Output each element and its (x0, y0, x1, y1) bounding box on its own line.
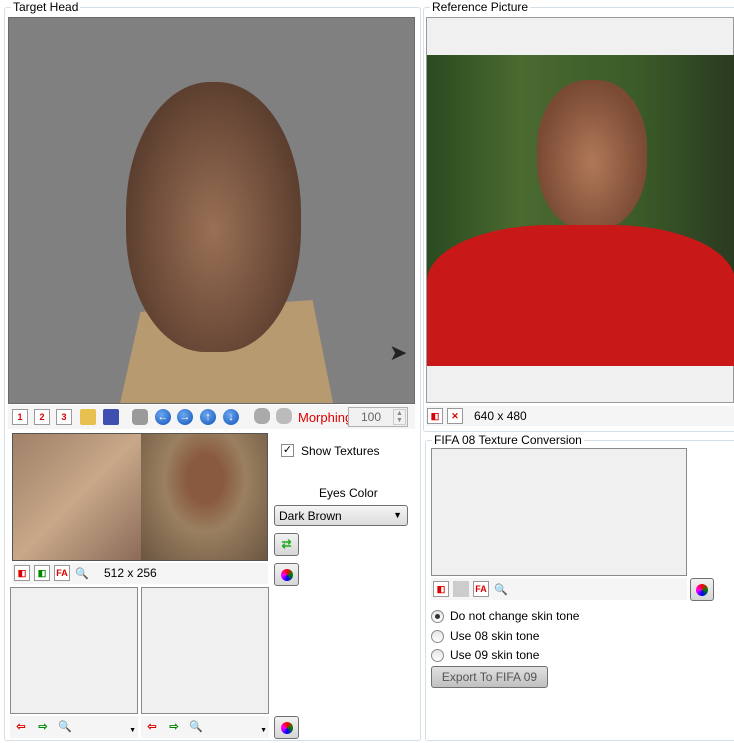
morphing-label: Morphing (298, 410, 353, 425)
color-button-2[interactable] (274, 716, 299, 739)
head-icon[interactable] (254, 408, 270, 424)
eyes-color-select[interactable]: Dark Brown ▼ (274, 505, 408, 526)
texture-face-part (141, 434, 267, 560)
zoom-icon[interactable]: 🔍 (188, 718, 204, 734)
morphing-stepper[interactable]: 100 ▲ ▼ (348, 407, 408, 427)
texture-body-part (13, 434, 141, 560)
export-icon[interactable]: ⇨ (35, 718, 51, 734)
radio-08-skin-label[interactable]: Use 08 skin tone (450, 629, 539, 643)
reference-size: 640 x 480 (474, 409, 527, 423)
import-fa-icon[interactable]: FA (54, 565, 70, 581)
import-fa-icon[interactable]: FA (473, 581, 489, 597)
zoom-icon[interactable]: 🔍 (57, 718, 73, 734)
show-textures-checkbox[interactable]: ✓ (281, 444, 294, 457)
slot-2-toolbar: ⇦ ⇨ 🔍 ▼ (141, 716, 269, 738)
cursor-arrow-icon: ➤ (389, 340, 408, 365)
zoom-icon[interactable]: 🔍 (493, 581, 509, 597)
new-2-icon[interactable]: 2 (34, 409, 50, 425)
radio-09-skin-label[interactable]: Use 09 skin tone (450, 648, 539, 662)
delete-picture-icon[interactable]: ✕ (447, 408, 463, 424)
load-picture-icon[interactable]: ◧ (427, 408, 443, 424)
arrow-left-icon[interactable]: ← (155, 409, 171, 425)
reference-photo (427, 55, 734, 366)
texture-slot-2 (141, 587, 269, 714)
import-texture-icon[interactable]: ◧ (14, 565, 30, 581)
target-head-title: Target Head (11, 0, 81, 14)
import-icon[interactable]: ◧ (433, 581, 449, 597)
open-folder-icon[interactable] (80, 409, 96, 425)
photo-face (537, 80, 647, 230)
stepper-arrows-icon[interactable]: ▲ ▼ (393, 409, 406, 425)
fifa08-toolbar: ◧ FA 🔍 (431, 578, 687, 600)
color-wheel-icon (281, 722, 293, 734)
radio-no-change-label[interactable]: Do not change skin tone (450, 609, 579, 623)
chevron-down-icon: ▼ (393, 510, 402, 520)
export-disabled-icon (453, 581, 469, 597)
texture-slot-1 (10, 587, 138, 714)
texture-preview (12, 433, 268, 561)
color-wheel-icon (281, 569, 293, 581)
texture-size: 512 x 256 (104, 566, 157, 580)
import-icon[interactable]: ⇦ (144, 718, 160, 734)
arrow-down-icon[interactable]: ↓ (223, 409, 239, 425)
import-icon[interactable]: ⇦ (13, 718, 29, 734)
export-icon[interactable]: ⇨ (166, 718, 182, 734)
export-fifa09-label: Export To FIFA 09 (441, 670, 538, 684)
reference-viewport (426, 17, 734, 403)
head-textured-icon[interactable] (276, 408, 292, 424)
photo-shirt (427, 225, 734, 366)
new-3-icon[interactable]: 3 (56, 409, 72, 425)
fifa08-title: FIFA 08 Texture Conversion (432, 433, 584, 447)
morphing-value[interactable]: 100 (361, 410, 381, 424)
slot-1-toolbar: ⇦ ⇨ 🔍 ▼ (10, 716, 138, 738)
export-texture-icon[interactable]: ◧ (34, 565, 50, 581)
arrow-right-icon[interactable]: → (177, 409, 193, 425)
color-button[interactable] (274, 563, 299, 586)
head-toolbar: 1 2 3 ← → ↑ ↓ Morphing 100 ▲ ▼ (8, 405, 415, 429)
save-icon[interactable] (103, 409, 119, 425)
eyes-color-label: Eyes Color (319, 486, 378, 500)
eyes-color-value: Dark Brown (279, 509, 342, 523)
reference-picture-title: Reference Picture (430, 0, 531, 14)
zoom-icon[interactable]: 🔍 (74, 565, 90, 581)
texture-toolbar: ◧ ◧ FA 🔍 512 x 256 (12, 563, 268, 584)
dropdown-icon[interactable]: ▼ (129, 727, 136, 734)
radio-09-skin[interactable] (431, 649, 444, 662)
arrow-up-icon[interactable]: ↑ (200, 409, 216, 425)
fifa08-preview (431, 448, 687, 576)
swap-button[interactable]: ⇄ (274, 533, 299, 556)
show-textures-label[interactable]: Show Textures (301, 444, 380, 458)
swap-arrows-icon: ⇄ (281, 537, 292, 551)
dropdown-icon[interactable]: ▼ (260, 727, 267, 734)
radio-no-change[interactable] (431, 610, 444, 623)
color-wheel-icon (696, 584, 708, 596)
reference-toolbar: ◧ ✕ 640 x 480 (426, 406, 734, 426)
hand-icon[interactable] (132, 409, 148, 425)
new-1-icon[interactable]: 1 (12, 409, 28, 425)
head-model (126, 82, 301, 352)
fifa08-color-button[interactable] (690, 578, 714, 601)
export-fifa09-button[interactable]: Export To FIFA 09 (431, 666, 548, 688)
head-3d-viewport[interactable]: ➤ (8, 17, 415, 404)
radio-08-skin[interactable] (431, 630, 444, 643)
